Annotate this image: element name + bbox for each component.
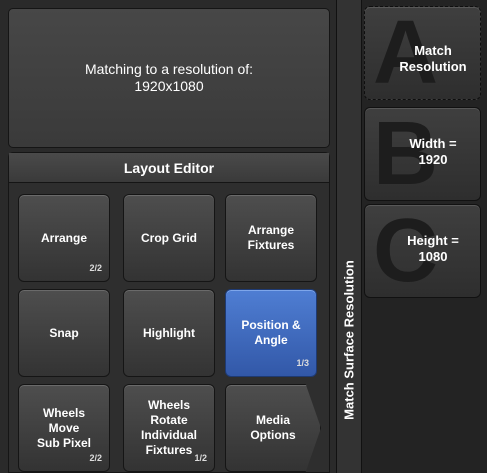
message-line-1: Matching to a resolution of: [84, 61, 254, 77]
softkey-panel: A Match Resolution B Width = 1920 C Heig… [362, 0, 487, 473]
softkey-a-match-resolution[interactable]: A Match Resolution [364, 6, 481, 100]
main-panel: Matching to a resolution of: 1920x1080 L… [0, 0, 336, 473]
position-angle-button[interactable]: Position & Angle 1/3 [225, 289, 317, 377]
menu-title: Match Surface Resolution [341, 260, 357, 420]
resolution-message: Matching to a resolution of: 1920x1080 [8, 8, 330, 148]
media-options-button[interactable]: Media Options [225, 384, 321, 472]
wheels-move-page-indicator: 2/2 [89, 453, 102, 463]
snap-label: Snap [49, 325, 79, 340]
arrange-button[interactable]: Arrange 2/2 [18, 194, 110, 282]
arrange-fixtures-label: Arrange Fixtures [247, 223, 295, 252]
height-label: Height = 1080 [407, 233, 459, 264]
arrange-label: Arrange [40, 230, 87, 245]
layout-editor-title: Layout Editor [9, 153, 329, 183]
arrange-fixtures-button[interactable]: Arrange Fixtures [225, 194, 317, 282]
softkey-c-height[interactable]: C Height = 1080 [364, 204, 481, 298]
wheels-rotate-individual-fixtures-button[interactable]: Wheels Rotate Individual Fixtures 1/2 [123, 384, 215, 472]
wheels-move-sub-pixel-label: Wheels Move Sub Pixel [36, 405, 92, 450]
softkey-b-width[interactable]: B Width = 1920 [364, 107, 481, 201]
wheels-move-sub-pixel-button[interactable]: Wheels Move Sub Pixel 2/2 [18, 384, 110, 472]
highlight-label: Highlight [143, 325, 195, 340]
wheels-rotate-page-indicator: 1/2 [194, 453, 207, 463]
message-line-2: 1920x1080 [134, 78, 204, 94]
menu-title-strip: Match Surface Resolution [336, 0, 362, 473]
position-angle-label: Position & Angle [241, 318, 301, 347]
width-label: Width = 1920 [409, 136, 457, 167]
arrange-page-indicator: 2/2 [89, 263, 102, 273]
media-options-label: Media Options [250, 413, 296, 442]
layout-editor-panel: Layout Editor Arrange 2/2 Crop Grid Arra… [8, 152, 330, 473]
match-resolution-label: Match Resolution [399, 43, 467, 74]
snap-button[interactable]: Snap [18, 289, 110, 377]
position-angle-page-indicator: 1/3 [296, 358, 309, 368]
crop-grid-button[interactable]: Crop Grid [123, 194, 215, 282]
highlight-button[interactable]: Highlight [123, 289, 215, 377]
crop-grid-label: Crop Grid [141, 230, 197, 245]
wheels-rotate-label: Wheels Rotate Individual Fixtures [140, 398, 197, 457]
